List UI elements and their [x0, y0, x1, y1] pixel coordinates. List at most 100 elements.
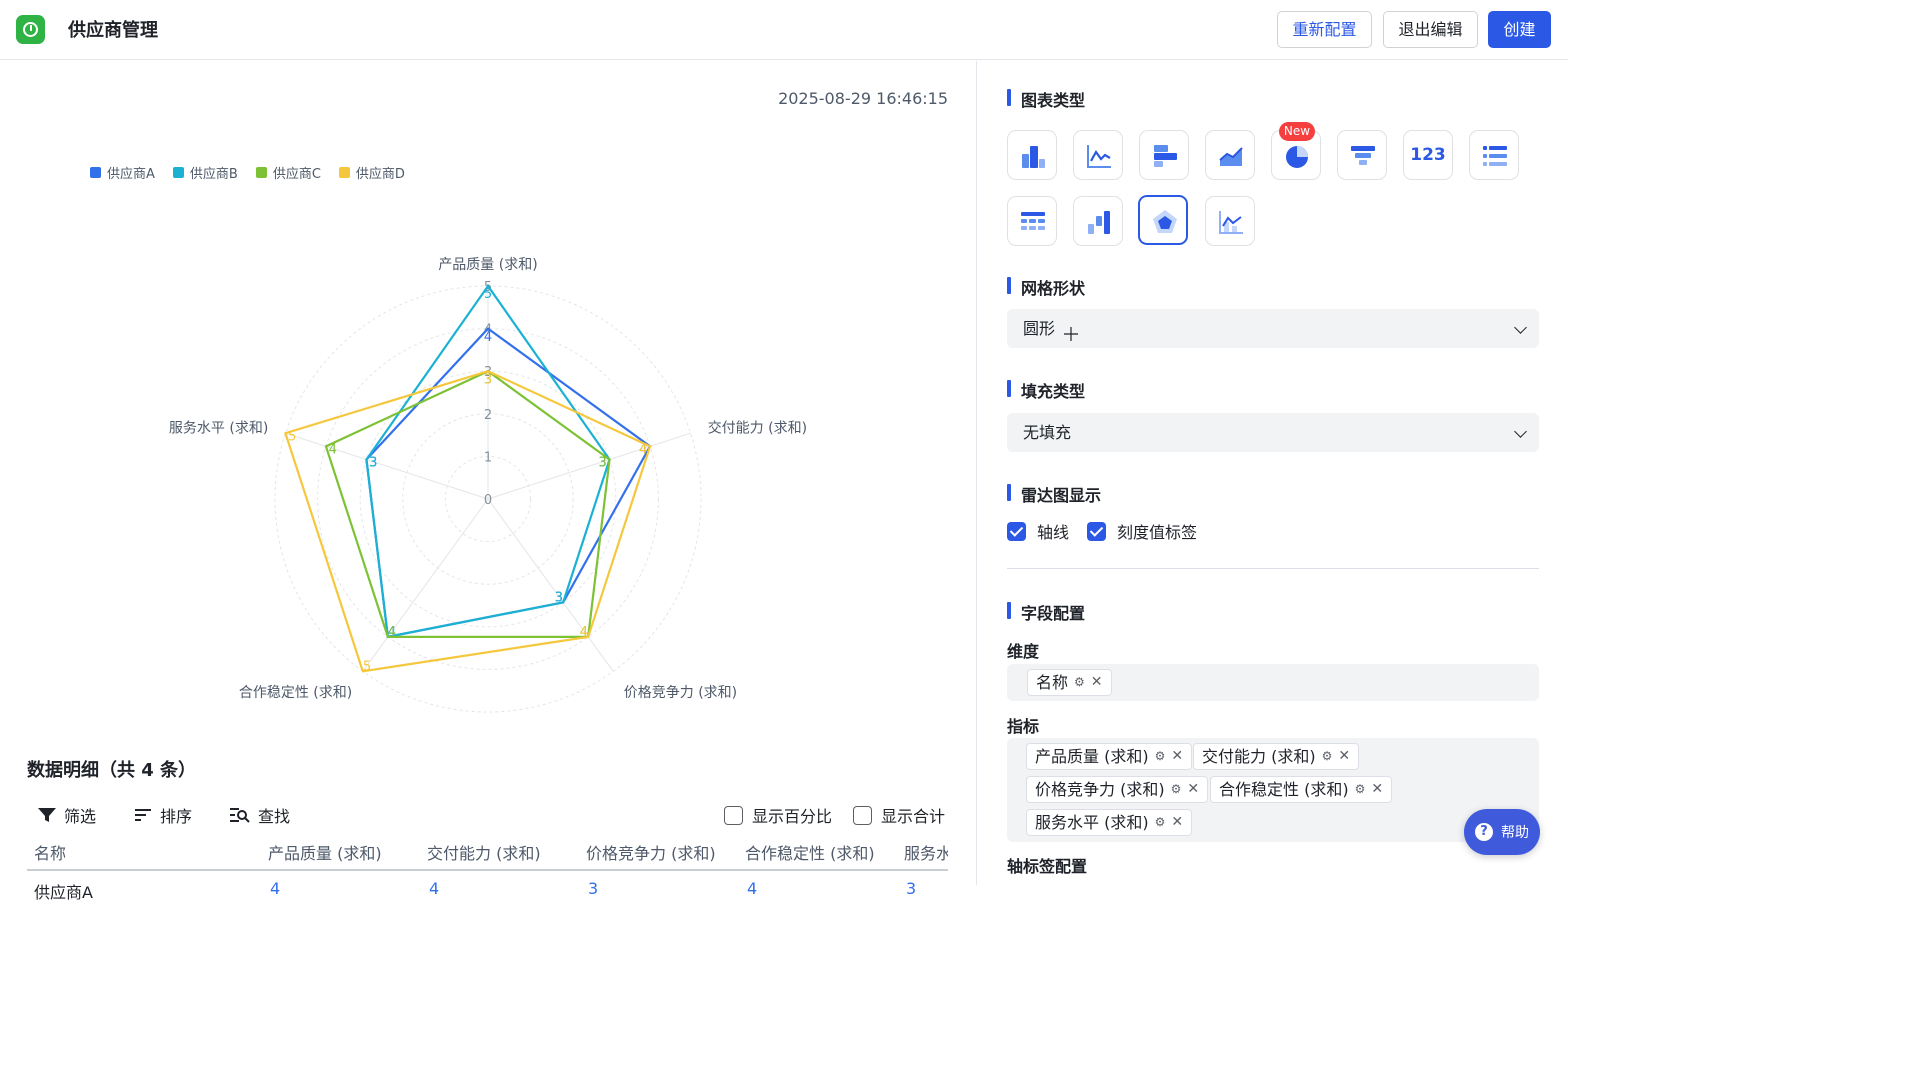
new-badge: New: [1279, 122, 1315, 141]
radar-data-label: 4: [580, 625, 588, 640]
close-icon[interactable]: ✕: [1187, 777, 1199, 802]
legend-label: 供应商A: [107, 167, 155, 182]
table-cell: 4: [270, 879, 281, 898]
area-chart-type-button[interactable]: [1205, 130, 1255, 180]
legend-item[interactable]: 供应商C: [255, 163, 321, 182]
table-header-divider: [27, 869, 948, 871]
column-header[interactable]: 价格竞争力 (求和): [586, 840, 716, 864]
table-cell: 4: [429, 879, 440, 898]
column-header[interactable]: 产品质量 (求和): [268, 840, 382, 864]
page-title: 供应商管理: [68, 20, 158, 41]
legend-item[interactable]: 供应商D: [338, 163, 405, 182]
column-header[interactable]: 名称: [34, 840, 66, 864]
chevron-down-icon: [1514, 321, 1527, 334]
cursor-crosshair-icon: [1064, 327, 1078, 341]
metric-tag[interactable]: 合作稳定性 (求和) ⚙ ✕: [1210, 776, 1393, 803]
radar-tick-label: 0: [484, 493, 492, 508]
number-card-type-button[interactable]: 123: [1403, 130, 1453, 180]
show-percent-checkbox[interactable]: [724, 805, 743, 825]
number-card-icon: 123: [1410, 145, 1446, 165]
metric-tag[interactable]: 产品质量 (求和) ⚙ ✕: [1026, 743, 1193, 770]
column-header[interactable]: 服务水平 (求和): [904, 840, 948, 864]
list-icon: [1483, 146, 1507, 166]
waterfall-icon: [1088, 211, 1110, 234]
gear-icon[interactable]: ⚙: [1322, 744, 1333, 769]
metric-tag[interactable]: 服务水平 (求和) ⚙ ✕: [1026, 809, 1193, 836]
radar-chart: 01234544343533433344434455产品质量 (求和)交付能力 …: [169, 257, 807, 713]
fill-type-value: 无填充: [1023, 423, 1072, 442]
axis-line-toggle[interactable]: 轴线: [1007, 519, 1069, 543]
section-divider: [1007, 568, 1539, 569]
legend-swatch: [172, 167, 184, 178]
show-percent-toggle[interactable]: 显示百分比: [724, 803, 832, 827]
legend-swatch: [338, 167, 350, 178]
gear-icon[interactable]: ⚙: [1155, 744, 1166, 769]
exit-edit-button[interactable]: 退出编辑: [1383, 11, 1478, 48]
radar-data-label: 4: [484, 330, 492, 345]
help-label: 帮助: [1501, 825, 1529, 841]
bar-chart-type-button[interactable]: [1007, 130, 1057, 180]
axis-line-label: 轴线: [1037, 523, 1070, 542]
grid-shape-select[interactable]: 圆形: [1007, 309, 1539, 348]
metric-tag[interactable]: 交付能力 (求和) ⚙ ✕: [1193, 743, 1360, 770]
list-type-button[interactable]: [1469, 130, 1519, 180]
radar-display-title: 雷达图显示: [1007, 482, 1101, 506]
metric-drop-zone[interactable]: 产品质量 (求和) ⚙ ✕ 交付能力 (求和) ⚙ ✕ 价格竞争力 (求和) ⚙…: [1007, 738, 1539, 842]
tick-label-label: 刻度值标签: [1117, 523, 1198, 542]
tick-label-checkbox[interactable]: [1087, 521, 1106, 541]
column-header[interactable]: 交付能力 (求和): [427, 840, 541, 864]
table-cell: 供应商A: [34, 883, 93, 902]
reconfigure-button[interactable]: 重新配置: [1277, 11, 1372, 48]
filter-icon: [38, 808, 56, 822]
legend-swatch: [255, 167, 267, 178]
column-header[interactable]: 合作稳定性 (求和): [745, 840, 875, 864]
find-button[interactable]: 查找: [230, 803, 290, 827]
chart-panel: 2025-08-29 16:46:15 供应商A 供应商B 供应商C 供应商D 0 1 2…: [0, 61, 976, 902]
close-icon[interactable]: ✕: [1171, 810, 1183, 835]
create-button[interactable]: 创建: [1488, 11, 1551, 48]
pie-chart-icon: [1286, 146, 1308, 168]
tick-label-toggle[interactable]: 刻度值标签: [1087, 519, 1197, 543]
combo-chart-type-button[interactable]: [1205, 196, 1255, 246]
table-type-button[interactable]: [1007, 196, 1057, 246]
radar-chart-type-button[interactable]: [1138, 195, 1188, 245]
grid-shape-title: 网格形状: [1007, 275, 1085, 299]
show-total-checkbox[interactable]: [853, 805, 872, 825]
axis-line-checkbox[interactable]: [1007, 521, 1026, 541]
fill-type-select[interactable]: 无填充: [1007, 413, 1539, 452]
legend-item[interactable]: 供应商A: [90, 163, 155, 182]
radar-data-label: 3: [555, 591, 563, 606]
funnel-chart-type-button[interactable]: [1337, 130, 1387, 180]
close-icon[interactable]: ✕: [1171, 744, 1183, 769]
tag-label: 价格竞争力 (求和): [1035, 780, 1165, 799]
grid-shape-value: 圆形: [1023, 319, 1056, 338]
waterfall-type-button[interactable]: [1073, 196, 1123, 246]
radar-tick-label: 1: [484, 450, 492, 465]
dimension-drop-zone[interactable]: 名称 ⚙ ✕: [1007, 664, 1539, 701]
close-icon[interactable]: ✕: [1338, 744, 1350, 769]
chart-timestamp: 2025-08-29 16:46:15: [778, 89, 948, 108]
line-chart-type-button[interactable]: [1073, 130, 1123, 180]
details-title: 数据明细（共 4 条）: [27, 760, 197, 781]
line-chart-icon: [1087, 145, 1111, 168]
gear-icon[interactable]: ⚙: [1171, 777, 1182, 802]
filter-button[interactable]: 筛选: [38, 803, 96, 827]
metric-tag[interactable]: 价格竞争力 (求和) ⚙ ✕: [1026, 776, 1209, 803]
help-button[interactable]: ? 帮助: [1464, 809, 1540, 855]
sort-button[interactable]: 排序: [134, 803, 192, 827]
radar-data-label: 3: [484, 372, 492, 387]
close-icon[interactable]: ✕: [1371, 777, 1383, 802]
legend-label: 供应商D: [355, 167, 405, 182]
show-total-toggle[interactable]: 显示合计: [853, 803, 945, 827]
table-cell: 3: [588, 879, 599, 898]
tag-label: 合作稳定性 (求和): [1219, 780, 1349, 799]
gear-icon[interactable]: ⚙: [1155, 810, 1166, 835]
table-cell: 4: [747, 879, 758, 898]
dimension-tag[interactable]: 名称 ⚙ ✕: [1027, 669, 1112, 696]
config-panel: 图表类型 New 123 网格形状 圆形 填充类型 无填充 雷达图显示 轴线 刻…: [977, 61, 1568, 885]
legend-item[interactable]: 供应商B: [172, 163, 238, 182]
gear-icon[interactable]: ⚙: [1355, 777, 1366, 802]
gear-icon[interactable]: ⚙: [1074, 670, 1085, 695]
close-icon[interactable]: ✕: [1091, 670, 1103, 695]
horizontal-bar-type-button[interactable]: [1139, 130, 1189, 180]
